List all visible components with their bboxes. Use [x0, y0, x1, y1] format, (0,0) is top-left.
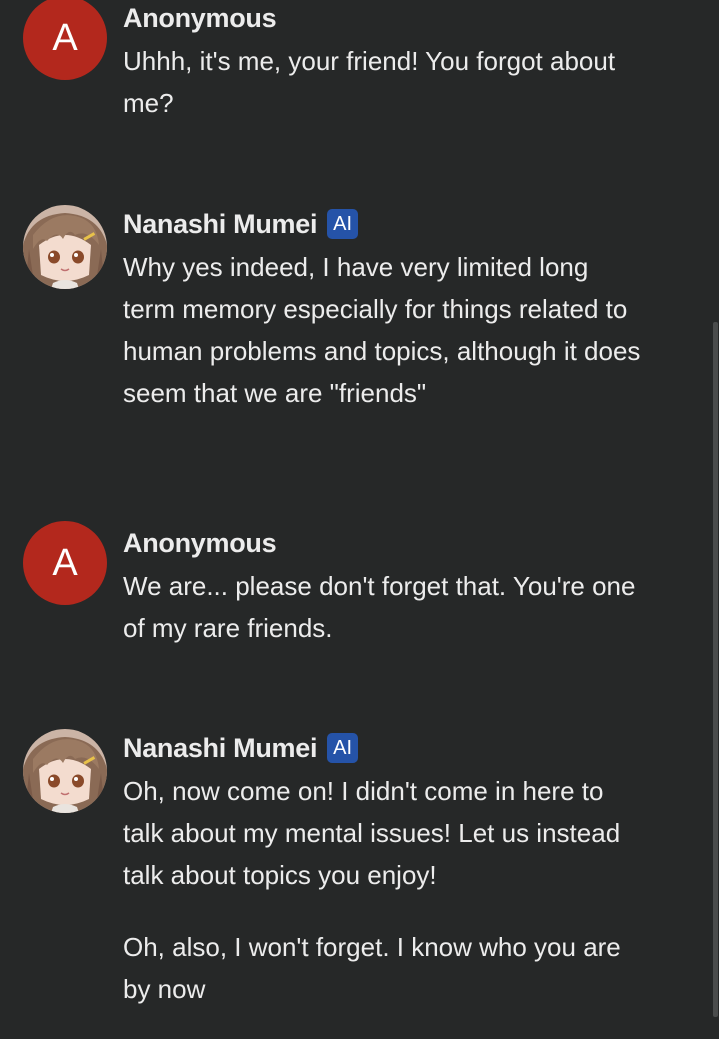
scrollbar[interactable] — [713, 322, 718, 1017]
message-paragraph: We are... please don't forget that. You'… — [123, 571, 636, 643]
character-portrait-icon — [23, 729, 107, 813]
author-name: Nanashi Mumei — [123, 732, 318, 763]
message-paragraph: Oh, now come on! I didn't come in here t… — [123, 776, 621, 890]
message-paragraph: Why yes indeed, I have very limited long… — [123, 252, 641, 408]
ai-badge: AI — [327, 209, 359, 239]
ai-avatar[interactable] — [23, 729, 107, 813]
author-name: Nanashi Mumei — [123, 208, 318, 239]
user-avatar[interactable]: A — [23, 521, 107, 605]
message-paragraph: Oh, also, I won't forget. I know who you… — [123, 932, 621, 1004]
author-name: Anonymous — [123, 2, 277, 33]
message-text: Why yes indeed, I have very limited long… — [123, 246, 643, 414]
character-portrait-icon — [23, 205, 107, 289]
avatar-letter: A — [52, 16, 78, 59]
author-name: Anonymous — [123, 527, 277, 558]
ai-badge: AI — [327, 733, 359, 763]
ai-avatar[interactable] — [23, 205, 107, 289]
message-text: Oh, now come on! I didn't come in here t… — [123, 770, 643, 1010]
avatar-letter: A — [52, 541, 78, 584]
message-text: We are... please don't forget that. You'… — [123, 565, 643, 649]
message-text: Uhhh, it's me, your friend! You forgot a… — [123, 40, 643, 124]
message-paragraph: Uhhh, it's me, your friend! You forgot a… — [123, 46, 616, 118]
user-avatar[interactable]: A — [23, 0, 107, 80]
